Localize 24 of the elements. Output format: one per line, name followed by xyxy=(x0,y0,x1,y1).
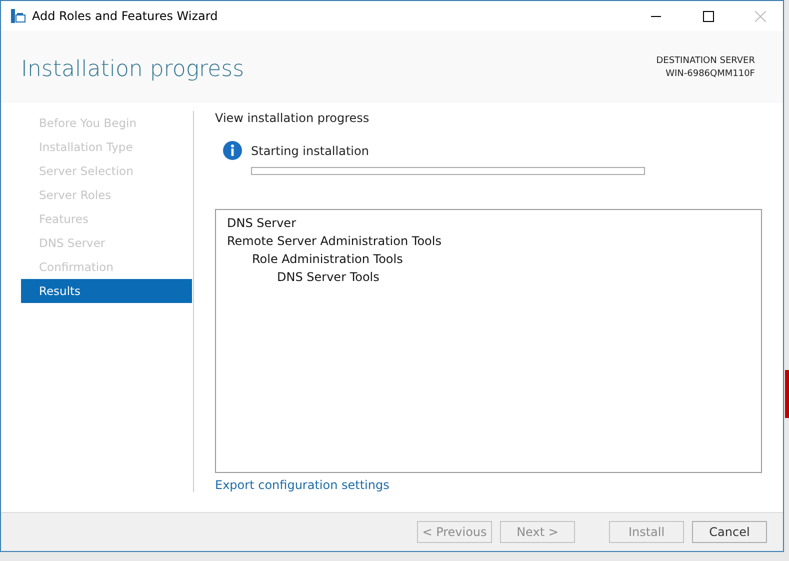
feature-item: Remote Server Administration Tools xyxy=(227,233,442,250)
status-text: Starting installation xyxy=(251,144,369,158)
wizard-step[interactable]: Installation Type xyxy=(21,135,192,159)
wizard-step[interactable]: Server Roles xyxy=(21,183,192,207)
background-window-edge xyxy=(785,370,789,418)
wizard-step[interactable]: Before You Begin xyxy=(21,111,192,135)
wizard-step[interactable]: Server Selection xyxy=(21,159,192,183)
info-icon xyxy=(223,141,242,160)
section-heading: View installation progress xyxy=(215,111,370,125)
feature-item: DNS Server Tools xyxy=(277,269,380,286)
feature-item: Role Administration Tools xyxy=(252,251,403,268)
window-title: Add Roles and Features Wizard xyxy=(32,9,219,23)
page-title: Installation progress xyxy=(21,57,244,82)
maximize-icon[interactable] xyxy=(702,10,714,22)
wizard-step[interactable]: Results xyxy=(21,279,192,303)
wizard-step[interactable]: DNS Server xyxy=(21,231,192,255)
wizard-icon xyxy=(10,9,26,23)
destination-label: DESTINATION SERVER xyxy=(656,55,755,68)
wizard-step[interactable]: Features xyxy=(21,207,192,231)
export-link[interactable]: Export configuration settings xyxy=(215,478,390,492)
wizard-button[interactable]: Cancel xyxy=(692,521,767,543)
feature-item: DNS Server xyxy=(227,215,296,232)
wizard-step[interactable]: Confirmation xyxy=(21,255,192,279)
destination-server: WIN-6986QMM110F xyxy=(666,68,755,81)
